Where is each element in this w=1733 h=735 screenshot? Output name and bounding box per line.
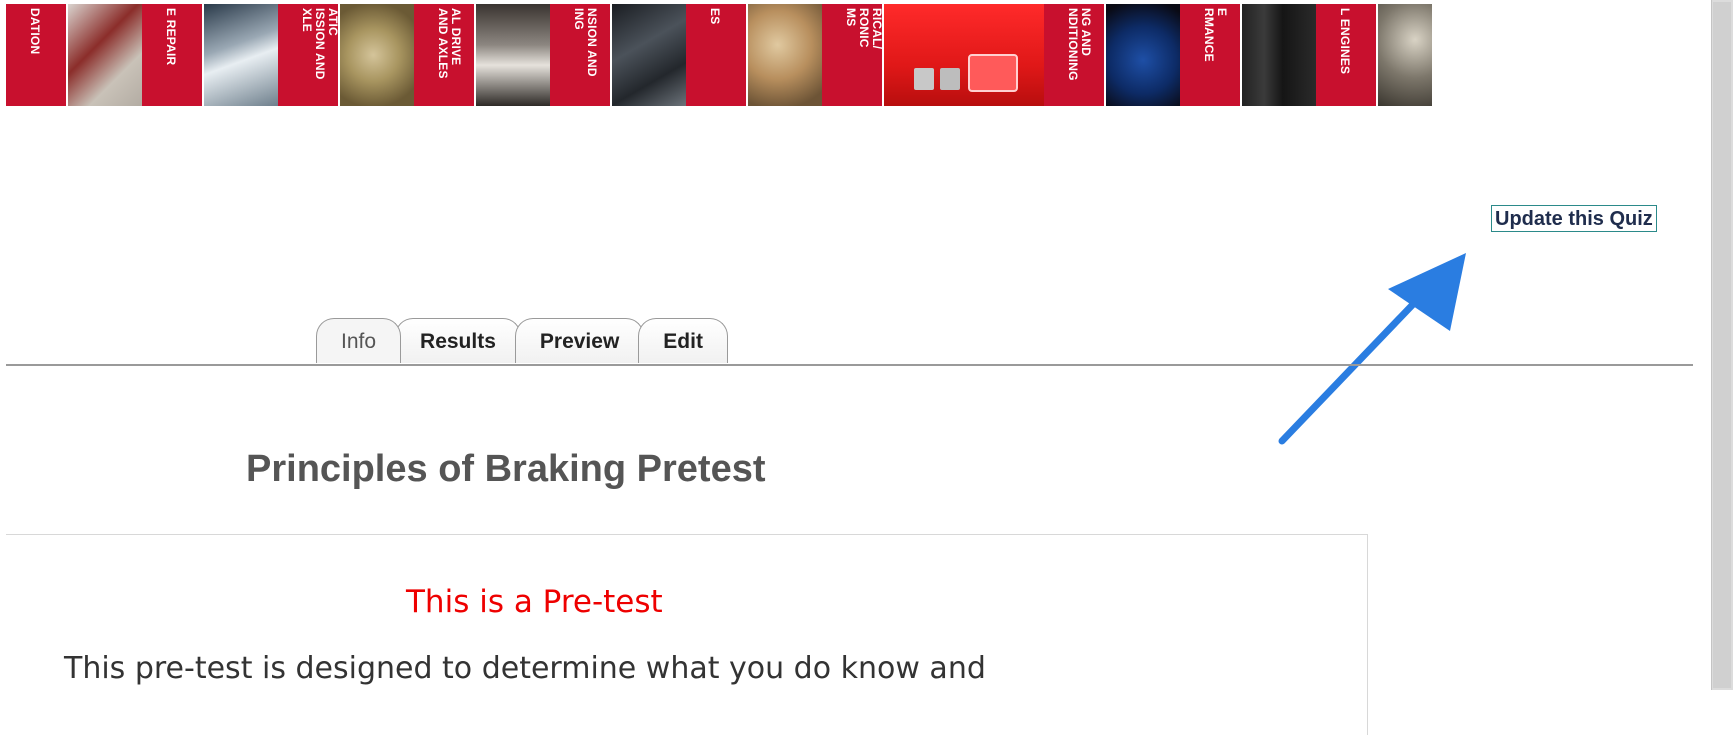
banner-spine-label: ES [708, 8, 722, 25]
banner-spine-label: ATIC ISSION AND XLE [300, 8, 340, 80]
banner-spine-label: AL DRIVE AND AXLES [436, 8, 463, 79]
tab-edit[interactable]: Edit [638, 318, 728, 363]
banner-photo-1 [68, 4, 142, 106]
category-banner: DATION E REPAIR ATIC ISSION AND XLE AL D… [6, 4, 1432, 106]
banner-spine-label: E REPAIR [164, 8, 178, 66]
tab-info[interactable]: Info [316, 318, 402, 363]
pretest-heading: This is a Pre-test [406, 584, 663, 620]
intro-text: This pre-test is designed to determine w… [64, 651, 986, 686]
banner-spine-1: DATION [6, 4, 68, 106]
banner-spine-9: E RMANCE [1180, 4, 1242, 106]
banner-spine-label: DATION [28, 8, 42, 55]
banner-spine-6: ES [686, 4, 748, 106]
banner-book-2[interactable]: E REPAIR [142, 4, 278, 106]
banner-book-3[interactable]: ATIC ISSION AND XLE [278, 4, 414, 106]
banner-book-10[interactable]: L ENGINES [1316, 4, 1432, 106]
banner-photo-7 [884, 4, 1044, 106]
tab-preview[interactable]: Preview [514, 318, 645, 363]
banner-spine-7: RICAL/ RONIC MS [822, 4, 884, 106]
banner-photo-4 [476, 4, 550, 106]
banner-book-1[interactable]: DATION [6, 4, 142, 106]
banner-photo-2 [204, 4, 278, 106]
banner-spine-label: E RMANCE [1202, 8, 1229, 62]
banner-book-6[interactable]: ES [686, 4, 822, 106]
banner-book-5[interactable]: NSION AND ING [550, 4, 686, 106]
page-title: Principles of Braking Pretest [246, 448, 766, 490]
banner-book-8[interactable]: NG AND NDITIONING [1044, 4, 1180, 106]
banner-spine-4: AL DRIVE AND AXLES [414, 4, 476, 106]
banner-spine-10: L ENGINES [1316, 4, 1378, 106]
tab-divider [6, 364, 1693, 366]
banner-spine-2: E REPAIR [142, 4, 204, 106]
banner-photo-3 [340, 4, 414, 106]
scrollbar-thumb[interactable] [1713, 2, 1731, 688]
annotation-arrow-icon [1278, 253, 1466, 445]
banner-book-9[interactable]: E RMANCE [1180, 4, 1316, 106]
banner-spine-5: NSION AND ING [550, 4, 612, 106]
banner-spine-8: NG AND NDITIONING [1044, 4, 1106, 106]
banner-spine-label: NSION AND ING [572, 8, 599, 77]
banner-spine-label: RICAL/ RONIC MS [844, 8, 884, 50]
banner-spine-label: L ENGINES [1338, 8, 1352, 75]
banner-photo-9 [1242, 4, 1316, 106]
quiz-intro-box [6, 534, 1368, 735]
banner-book-7[interactable]: RICAL/ RONIC MS [822, 4, 1044, 106]
banner-photo-10 [1378, 4, 1432, 106]
tab-results[interactable]: Results [395, 318, 521, 363]
banner-photo-6 [748, 4, 822, 106]
quiz-tabs: Info Results Preview Edit [316, 318, 728, 366]
banner-spine-3: ATIC ISSION AND XLE [278, 4, 340, 106]
banner-photo-5 [612, 4, 686, 106]
banner-spine-label: NG AND NDITIONING [1066, 8, 1093, 81]
banner-photo-8 [1106, 4, 1180, 106]
banner-book-4[interactable]: AL DRIVE AND AXLES [414, 4, 550, 106]
update-quiz-button[interactable]: Update this Quiz [1491, 205, 1657, 232]
